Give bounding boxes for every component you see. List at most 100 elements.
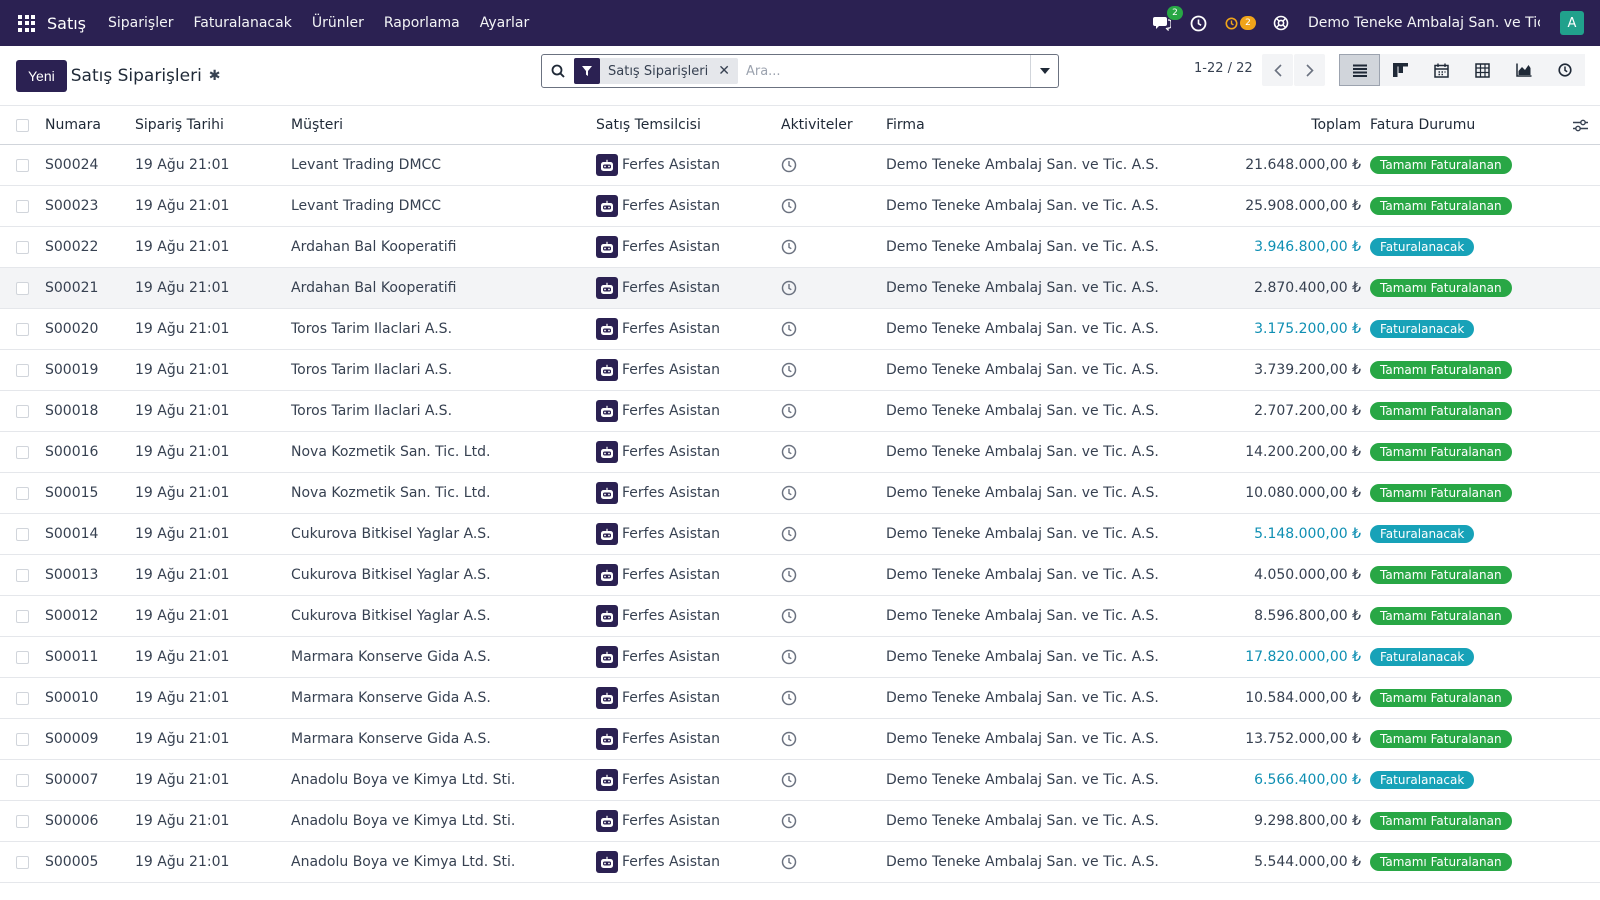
activity-clock-icon[interactable] — [781, 801, 797, 841]
clock-icon[interactable] — [1189, 14, 1207, 32]
header-rep[interactable]: Satış Temsilcisi — [596, 106, 701, 144]
robot-avatar-icon — [596, 277, 618, 299]
search-icon[interactable] — [542, 64, 574, 78]
table-row[interactable]: S00012 19 Ağu 21:01 Cukurova Bitkisel Yagl… — [0, 596, 1600, 637]
row-checkbox[interactable] — [16, 473, 30, 513]
table-row[interactable]: S00019 19 Ağu 21:01 Toros Tarim Ilaclari A… — [0, 350, 1600, 391]
activity-clock-icon[interactable] — [781, 309, 797, 349]
row-checkbox[interactable] — [16, 555, 30, 595]
calendar-view-icon[interactable] — [1421, 54, 1462, 86]
activity-clock-icon[interactable] — [781, 227, 797, 267]
customer-name: Marmara Konserve Gida A.S. — [291, 649, 491, 665]
row-checkbox[interactable] — [16, 186, 30, 226]
row-checkbox[interactable] — [16, 760, 30, 800]
user-initial: A — [1567, 15, 1577, 31]
row-checkbox[interactable] — [16, 391, 30, 431]
select-all-checkbox[interactable] — [16, 106, 30, 144]
row-checkbox[interactable] — [16, 719, 30, 759]
pager-value[interactable]: 1-22 / 22 — [1194, 61, 1253, 76]
gear-icon[interactable]: ✱ — [209, 68, 221, 84]
search-input[interactable] — [745, 63, 1030, 79]
row-checkbox[interactable] — [16, 801, 30, 841]
activity-clock-icon[interactable] — [781, 596, 797, 636]
activity-clock-icon[interactable] — [781, 473, 797, 513]
row-checkbox[interactable] — [16, 268, 30, 308]
optional-columns-icon[interactable] — [1573, 106, 1588, 144]
menu-to-invoice[interactable]: Faturalanacak — [193, 15, 291, 31]
apps-grid-icon[interactable] — [18, 14, 35, 32]
activity-clock-icon[interactable] — [781, 637, 797, 677]
messages-icon[interactable]: 2 — [1153, 6, 1183, 32]
kanban-view-icon[interactable] — [1380, 54, 1421, 86]
table-row[interactable]: S00013 19 Ağu 21:01 Cukurova Bitkisel Yagl… — [0, 555, 1600, 596]
table-row[interactable]: S00010 19 Ağu 21:01 Marmara Konserve Gida … — [0, 678, 1600, 719]
header-activities[interactable]: Aktiviteler — [781, 106, 853, 144]
activity-clock-icon[interactable] — [781, 432, 797, 472]
list-view-icon[interactable] — [1339, 54, 1380, 86]
table-row[interactable]: S00020 19 Ağu 21:01 Toros Tarim Ilaclari A… — [0, 309, 1600, 350]
activity-clock-icon[interactable] — [781, 719, 797, 759]
row-checkbox[interactable] — [16, 350, 30, 390]
customer-name: Levant Trading DMCC — [291, 157, 442, 173]
table-row[interactable]: S00005 19 Ağu 21:01 Anadolu Boya ve Kimya … — [0, 842, 1600, 883]
activity-clock-icon[interactable] — [781, 391, 797, 431]
table-row[interactable]: S00014 19 Ağu 21:01 Cukurova Bitkisel Yagl… — [0, 514, 1600, 555]
activity-view-icon[interactable] — [1544, 54, 1585, 86]
table-row[interactable]: S00016 19 Ağu 21:01 Nova Kozmetik San. Tic… — [0, 432, 1600, 473]
row-checkbox[interactable] — [16, 432, 30, 472]
row-checkbox[interactable] — [16, 514, 30, 554]
main-menu: Siparişler Faturalanacak Ürünler Raporla… — [108, 15, 549, 31]
row-checkbox[interactable] — [16, 309, 30, 349]
activities-indicator[interactable]: 2 — [1225, 16, 1256, 30]
activity-clock-icon[interactable] — [781, 555, 797, 595]
chevron-down-icon[interactable] — [1030, 55, 1058, 87]
row-checkbox[interactable] — [16, 637, 30, 677]
activity-clock-icon[interactable] — [781, 350, 797, 390]
menu-settings[interactable]: Ayarlar — [480, 15, 529, 31]
close-icon[interactable]: ✕ — [718, 63, 738, 79]
activity-clock-icon[interactable] — [781, 842, 797, 882]
pager-next-icon[interactable] — [1294, 54, 1325, 86]
header-number[interactable]: Numara — [45, 106, 101, 144]
new-button[interactable]: Yeni — [16, 59, 67, 92]
header-date[interactable]: Sipariş Tarihi — [135, 106, 224, 144]
menu-products[interactable]: Ürünler — [312, 15, 364, 31]
graph-view-icon[interactable] — [1503, 54, 1544, 86]
activity-clock-icon[interactable] — [781, 186, 797, 226]
table-row[interactable]: S00024 19 Ağu 21:01 Levant Trading DMCC Fer… — [0, 145, 1600, 186]
table-row[interactable]: S00022 19 Ağu 21:01 Ardahan Bal Kooperatif… — [0, 227, 1600, 268]
header-total[interactable]: Toplam — [1311, 106, 1361, 144]
support-icon[interactable] — [1272, 14, 1290, 32]
table-row[interactable]: S00011 19 Ağu 21:01 Marmara Konserve Gida … — [0, 637, 1600, 678]
activity-clock-icon[interactable] — [781, 760, 797, 800]
order-number: S00018 — [45, 403, 99, 419]
row-checkbox[interactable] — [16, 842, 30, 882]
table-row[interactable]: S00018 19 Ağu 21:01 Toros Tarim Ilaclari A… — [0, 391, 1600, 432]
table-row[interactable]: S00009 19 Ağu 21:01 Marmara Konserve Gida … — [0, 719, 1600, 760]
menu-reporting[interactable]: Raporlama — [384, 15, 460, 31]
activity-clock-icon[interactable] — [781, 145, 797, 185]
pivot-view-icon[interactable] — [1462, 54, 1503, 86]
header-company[interactable]: Firma — [886, 106, 925, 144]
header-status[interactable]: Fatura Durumu — [1370, 106, 1475, 144]
row-checkbox[interactable] — [16, 145, 30, 185]
invoice-status: Tamamı Faturalanan — [1370, 555, 1512, 595]
pager-previous-icon[interactable] — [1262, 54, 1293, 86]
row-checkbox[interactable] — [16, 596, 30, 636]
table-row[interactable]: S00023 19 Ağu 21:01 Levant Trading DMCC Fer… — [0, 186, 1600, 227]
company-switcher[interactable]: Demo Teneke Ambalaj San. ve Tic. ... — [1308, 15, 1540, 31]
activity-clock-icon[interactable] — [781, 268, 797, 308]
row-checkbox[interactable] — [16, 678, 30, 718]
table-row[interactable]: S00006 19 Ağu 21:01 Anadolu Boya ve Kimya … — [0, 801, 1600, 842]
menu-orders[interactable]: Siparişler — [108, 15, 173, 31]
row-checkbox[interactable] — [16, 227, 30, 267]
header-customer[interactable]: Müşteri — [291, 106, 343, 144]
status-badge: Tamamı Faturalanan — [1370, 689, 1512, 707]
table-row[interactable]: S00015 19 Ağu 21:01 Nova Kozmetik San. Tic… — [0, 473, 1600, 514]
table-row[interactable]: S00007 19 Ağu 21:01 Anadolu Boya ve Kimya … — [0, 760, 1600, 801]
app-name[interactable]: Satış — [47, 14, 86, 33]
activity-clock-icon[interactable] — [781, 514, 797, 554]
table-row[interactable]: S00021 19 Ağu 21:01 Ardahan Bal Kooperatif… — [0, 268, 1600, 309]
user-avatar[interactable]: A — [1560, 11, 1584, 35]
activity-clock-icon[interactable] — [781, 678, 797, 718]
